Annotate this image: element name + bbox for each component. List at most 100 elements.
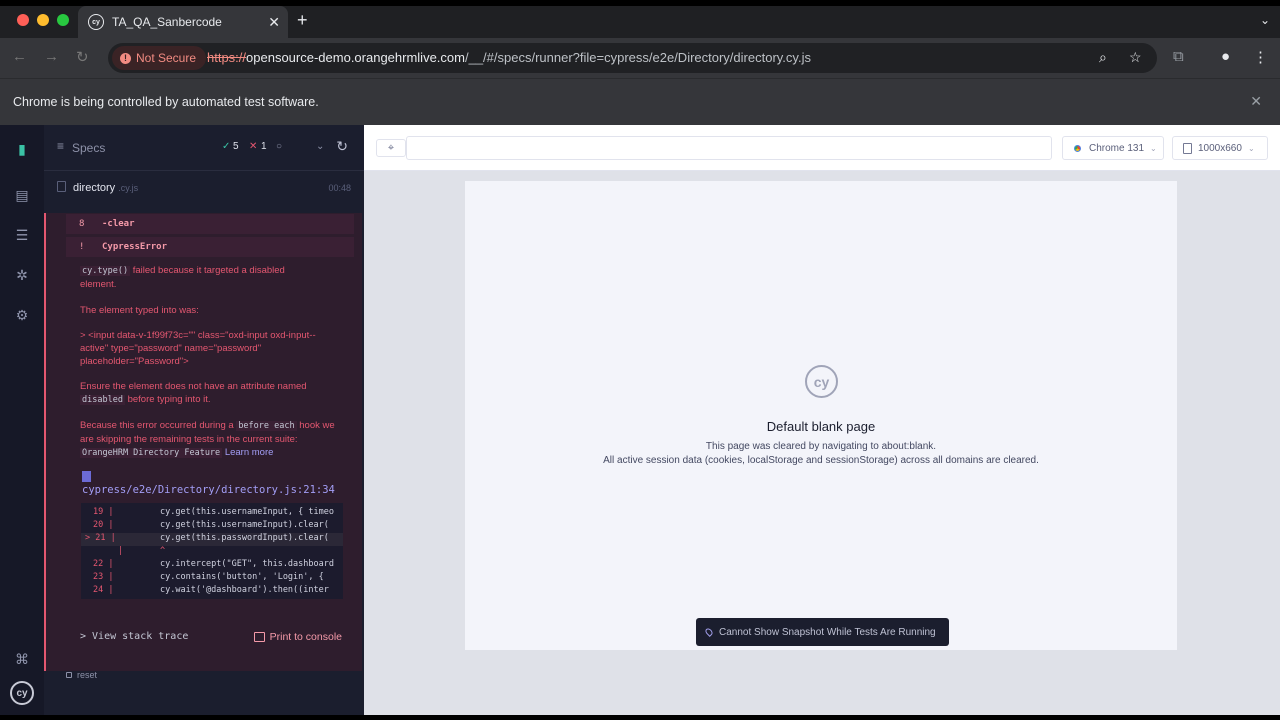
line-number: 24 | [93, 585, 114, 595]
keyboard-shortcuts-icon[interactable]: ⌘ [12, 649, 32, 669]
failed-count: 1 [261, 141, 267, 152]
bookmark-star-icon[interactable]: ☆ [1129, 49, 1142, 66]
view-stack-trace-button[interactable]: > View stack trace [80, 631, 188, 642]
cypress-favicon-icon: cy [88, 14, 104, 30]
security-indicator[interactable]: ! Not Secure [112, 46, 207, 70]
url-path: /__/#/specs/runner?file=cypress/e2e/Dire… [464, 50, 811, 65]
test-reset-row[interactable]: reset [66, 670, 97, 680]
bottom-edge [0, 715, 1280, 720]
blank-page-line-2: All active session data (cookies, localS… [603, 455, 1039, 466]
print-to-console-button[interactable]: Print to console [253, 631, 342, 643]
blank-page-title: Default blank page [766, 419, 876, 434]
line-number: > 21 | [85, 533, 116, 543]
browser-tab[interactable]: cy TA_QA_Sanbercode ✕ [78, 6, 288, 38]
file-icon [82, 470, 91, 482]
spec-title-row[interactable]: directory .cy.js 00:48 [44, 177, 364, 201]
url-scheme: https:// [207, 50, 247, 65]
browser-toolbar: ← → ↻ ! Not Secure https://opensource-de… [0, 38, 1280, 78]
forward-arrow-icon[interactable]: → [44, 48, 59, 65]
command-number: 8 [79, 219, 85, 229]
blank-page-line-1: This page was cleared by navigating to a… [705, 441, 937, 452]
error-message-4: Ensure the element does not have an attr… [80, 380, 320, 407]
spec-duration: 00:48 [328, 183, 351, 193]
url-host: opensource-demo.orangehrmlive.com [246, 50, 465, 65]
back-arrow-icon[interactable]: ← [12, 48, 27, 65]
browser-titlebar: cy TA_QA_Sanbercode ✕ + ⌄ [0, 6, 1280, 38]
snapshot-message: Cannot Show Snapshot While Tests Are Run… [696, 618, 949, 646]
error-message-2: The element typed into was: [80, 305, 199, 316]
error-message-3: > <input data-v-1f99f73c="" class="oxd-i… [80, 330, 316, 367]
error-text: before typing into it. [124, 394, 211, 405]
maximize-window-button[interactable] [57, 14, 69, 26]
tab-close-icon[interactable]: ✕ [268, 14, 280, 31]
code-line: 19 | cy.get(this.usernameInput, { timeo [81, 507, 343, 520]
failed-test-block: 8 -clear ! CypressError cy.type() failed… [44, 213, 362, 671]
collapse-chevron-icon[interactable]: ⌄ [316, 141, 324, 152]
menu-dots-icon[interactable]: ⋮ [1253, 48, 1268, 66]
line-source: cy.intercept("GET", this.dashboard [160, 559, 334, 569]
security-label: Not Secure [136, 51, 197, 65]
learn-more-link[interactable]: Learn more [225, 447, 274, 458]
infobar-close-icon[interactable]: ✕ [1250, 93, 1262, 110]
error-text: Because this error occurred during a [80, 420, 237, 431]
chevron-down-icon: ⌄ [1247, 143, 1255, 153]
rerun-icon[interactable]: ↻ [336, 138, 348, 155]
settings-gear-icon[interactable]: ⚙ [12, 305, 32, 325]
line-number: 20 | [93, 520, 114, 530]
line-source: cy.contains('button', 'Login', { [160, 572, 324, 582]
zoom-search-icon[interactable]: ⌕ [1099, 49, 1107, 66]
url-text[interactable]: https://opensource-demo.orangehrmlive.co… [207, 50, 811, 65]
project-icon[interactable]: ▮ [12, 139, 32, 159]
browser-selector[interactable]: Chrome 131 ⌄ [1062, 136, 1164, 160]
error-text: Ensure the element does not have an attr… [80, 381, 307, 392]
file-path: cypress/e2e/Directory/directory.js:21:34 [82, 484, 335, 496]
cypress-logo-icon[interactable]: cy [10, 681, 34, 705]
address-bar[interactable]: ! Not Secure https://opensource-demo.ora… [108, 43, 1157, 73]
code-frame: 19 | cy.get(this.usernameInput, { timeo 2… [81, 503, 343, 599]
command-clear[interactable]: 8 -clear [66, 214, 354, 234]
warning-icon: ! [120, 52, 131, 64]
new-tab-plus-icon[interactable]: + [297, 10, 308, 31]
printer-icon [253, 632, 265, 642]
pending-icon: ○ [276, 141, 283, 152]
debug-nav-icon[interactable]: ✲ [12, 265, 32, 285]
pin-icon [704, 627, 714, 637]
profile-icon[interactable]: ● [1221, 48, 1230, 65]
close-window-button[interactable] [17, 14, 29, 26]
specs-nav-icon[interactable]: ▤ [12, 185, 32, 205]
window-controls [17, 14, 69, 26]
runs-nav-icon[interactable]: ☰ [12, 225, 32, 245]
minimize-window-button[interactable] [37, 14, 49, 26]
tab-title: TA_QA_Sanbercode [112, 15, 222, 29]
reload-icon[interactable]: ↻ [76, 48, 89, 66]
reporter-header: ≡ Specs ✓ 5 ✕ 1 ○ ⌄ ↻ [44, 125, 364, 171]
chrome-icon [1072, 142, 1083, 154]
line-source: ^ [160, 546, 166, 556]
command-error[interactable]: ! CypressError [66, 237, 354, 257]
aut-iframe: cy Default blank page This page was clea… [465, 181, 1177, 650]
code-line: | ^ [81, 546, 343, 559]
automation-infobar: Chrome is being controlled by automated … [0, 78, 1280, 125]
spec-ext: .cy.js [118, 183, 139, 193]
spec-filename: directory [73, 182, 116, 194]
open-in-ide-link[interactable]: cypress/e2e/Directory/directory.js:21:34 [82, 469, 342, 497]
error-message-1: cy.type() failed because it targeted a d… [80, 264, 320, 291]
aut-url-field[interactable] [406, 136, 1052, 160]
specs-list-icon[interactable]: ≡ [57, 139, 64, 153]
failed-icon: ✕ [249, 141, 258, 152]
print-label: Print to console [269, 631, 342, 643]
code-line: 24 | cy.wait('@dashboard').then((inter [81, 585, 343, 598]
line-source: cy.get(this.usernameInput).clear( [160, 520, 329, 530]
code-line: 23 | cy.contains('button', 'Login', { [81, 572, 343, 585]
line-number: 19 | [93, 507, 114, 517]
cypress-app: ▮ ▤ ☰ ✲ ⚙ ⌘ cy ≡ Specs ✓ 5 ✕ 1 ○ ⌄ ↻ dir… [0, 125, 1280, 715]
specs-label[interactable]: Specs [72, 141, 105, 155]
selector-playground-crosshair-icon[interactable]: ⌖ [376, 139, 406, 157]
extensions-icon[interactable]: ⧉ [1173, 48, 1184, 65]
error-code: before each [236, 421, 297, 431]
line-number: 22 | [93, 559, 114, 569]
tab-search-chevron-icon[interactable]: ⌄ [1260, 13, 1270, 27]
chevron-down-icon: ⌄ [1150, 143, 1157, 153]
error-type: CypressError [102, 242, 168, 252]
viewport-selector[interactable]: 1000x660 ⌄ [1172, 136, 1268, 160]
